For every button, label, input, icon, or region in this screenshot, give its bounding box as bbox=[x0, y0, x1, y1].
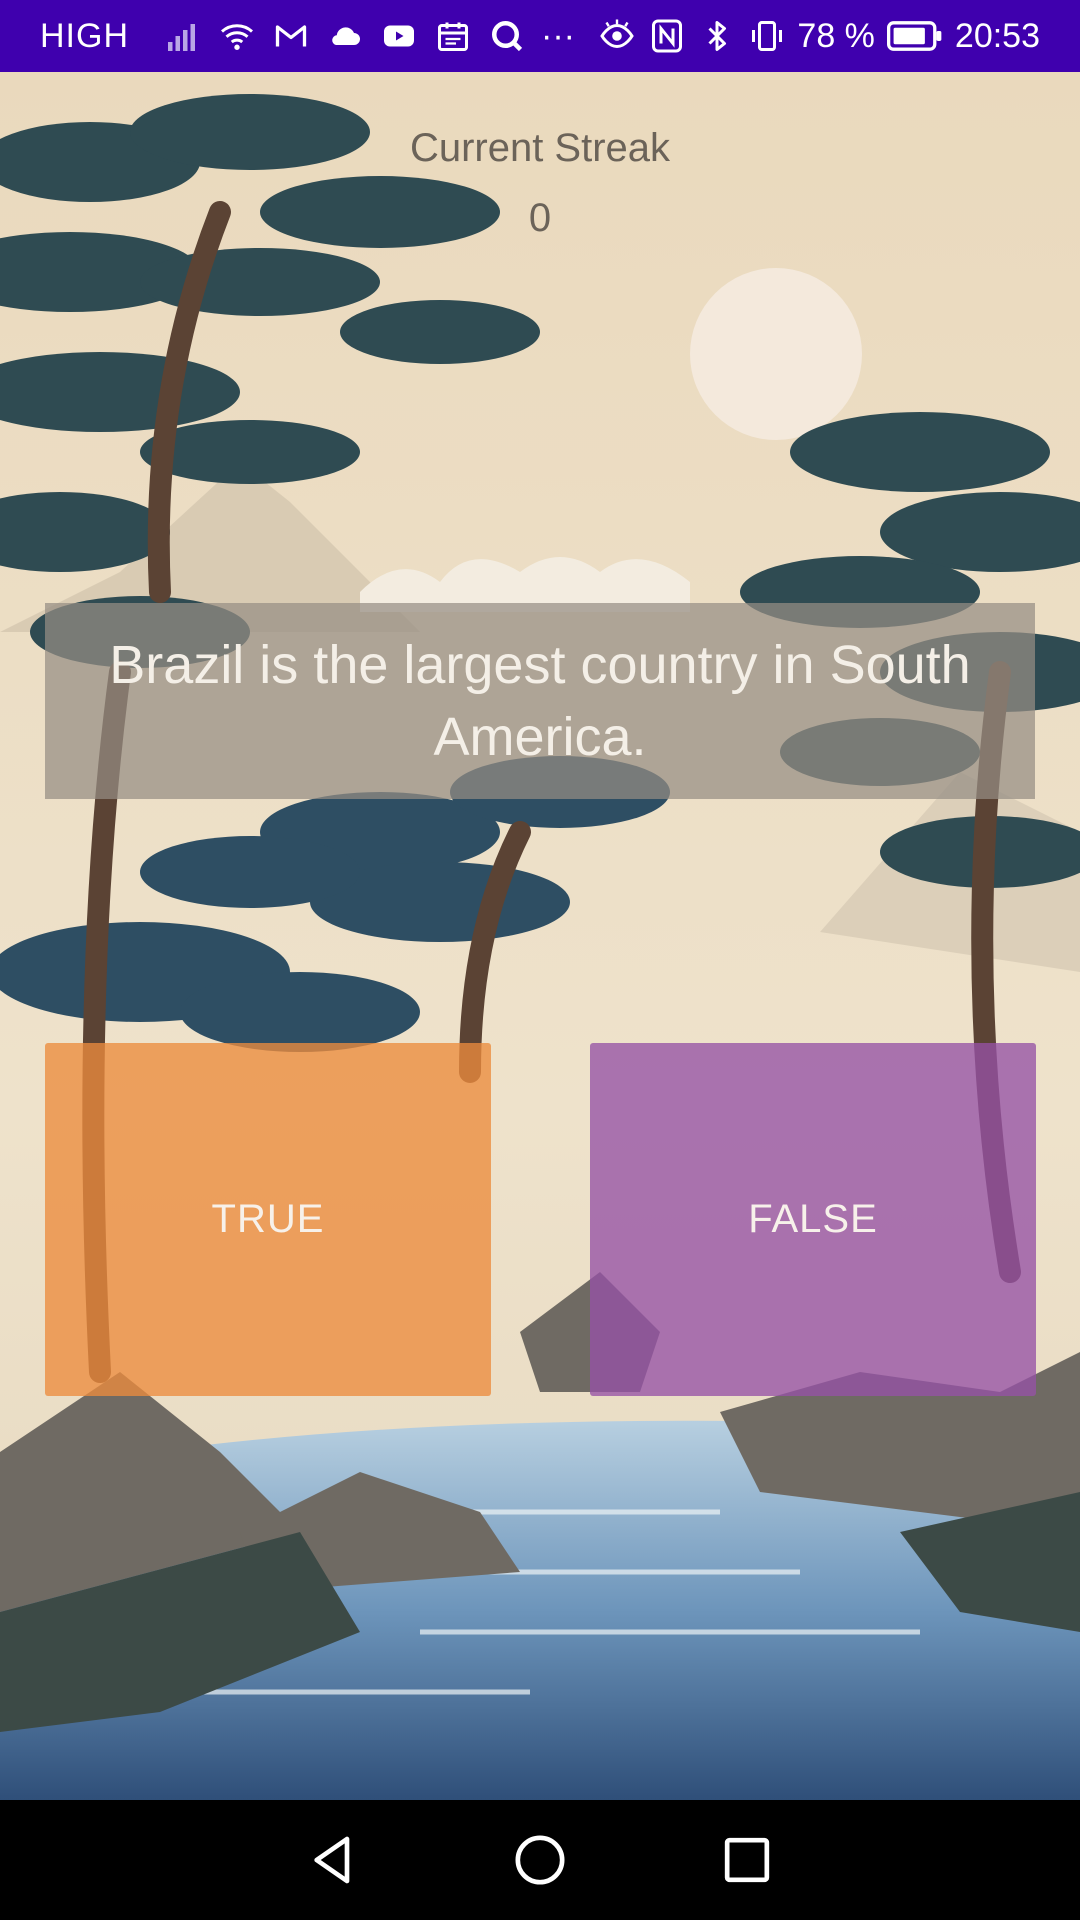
wifi-icon bbox=[217, 16, 257, 56]
false-button[interactable]: FALSE bbox=[590, 1043, 1036, 1396]
recents-icon[interactable] bbox=[715, 1828, 779, 1892]
false-button-label: FALSE bbox=[748, 1197, 878, 1241]
background-painting bbox=[0, 72, 1080, 1800]
status-bar: HIGH ··· 78 % 20:53 bbox=[0, 0, 1080, 72]
question-text: Brazil is the largest country in South A… bbox=[109, 635, 971, 767]
eye-icon bbox=[597, 16, 637, 56]
landscape-illustration bbox=[0, 72, 1080, 1800]
carrier-label: HIGH bbox=[40, 16, 129, 55]
more-notifications-indicator: ··· bbox=[541, 16, 575, 55]
signal-icon bbox=[163, 16, 203, 56]
streak-section: Current Streak 0 bbox=[0, 120, 1080, 246]
youtube-icon bbox=[379, 16, 419, 56]
true-button-label: TRUE bbox=[211, 1197, 325, 1241]
mail-icon bbox=[271, 16, 311, 56]
cloud-icon bbox=[325, 16, 365, 56]
search-app-icon bbox=[487, 16, 527, 56]
vibrate-icon bbox=[747, 16, 787, 56]
home-icon[interactable] bbox=[508, 1828, 572, 1892]
streak-label: Current Streak bbox=[409, 126, 671, 170]
calendar-icon bbox=[433, 16, 473, 56]
bluetooth-icon bbox=[697, 16, 737, 56]
nfc-icon bbox=[647, 16, 687, 56]
battery-percent: 78 % bbox=[797, 16, 875, 55]
status-bar-right: 78 % 20:53 bbox=[597, 16, 1040, 56]
question-card: Brazil is the largest country in South A… bbox=[45, 603, 1035, 799]
status-bar-left: HIGH ··· bbox=[40, 16, 575, 56]
clock: 20:53 bbox=[954, 16, 1040, 55]
battery-icon bbox=[885, 16, 945, 56]
true-button[interactable]: TRUE bbox=[45, 1043, 491, 1396]
back-icon[interactable] bbox=[301, 1828, 365, 1892]
navigation-bar bbox=[0, 1800, 1080, 1920]
streak-value: 0 bbox=[528, 196, 552, 240]
